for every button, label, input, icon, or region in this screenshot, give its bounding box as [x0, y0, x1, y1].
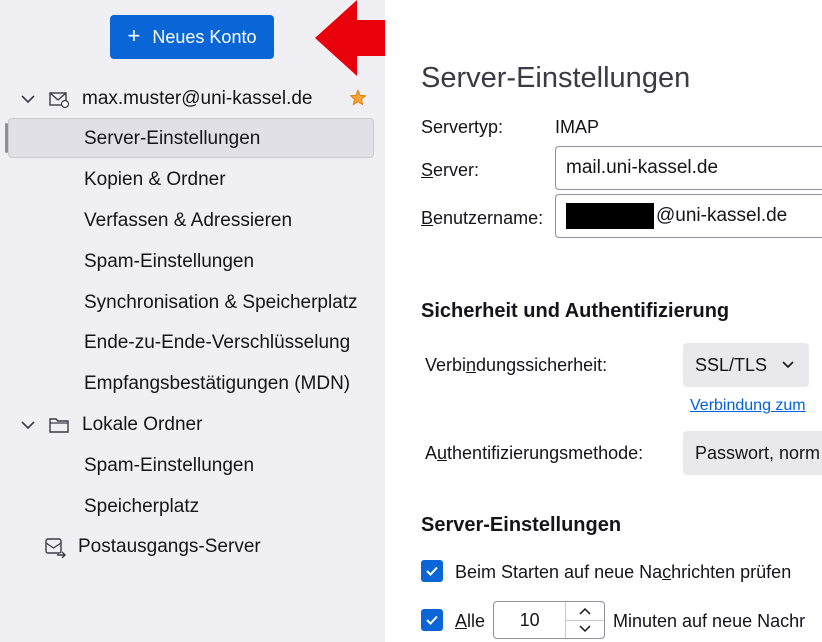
- outgoing-server-icon: [45, 538, 66, 558]
- check-on-start-label: Beim Starten auf neue Nachrichten prüfen: [455, 562, 792, 582]
- chevron-down-icon: [782, 361, 794, 369]
- servertype-value: IMAP: [555, 117, 600, 137]
- sidebar-item-label: Speicherplatz: [84, 496, 200, 517]
- sidebar-item-server-settings[interactable]: Server-Einstellungen: [84, 121, 260, 157]
- outgoing-server-row[interactable]: Postausgangs-Server: [44, 529, 261, 565]
- chevron-down-icon: [579, 625, 591, 633]
- checkmark-icon: [426, 566, 438, 576]
- redacted-username: [566, 203, 654, 229]
- server-settings-heading: Server-Einstellungen: [421, 514, 622, 536]
- local-folders-row[interactable]: Lokale Ordner: [20, 407, 202, 443]
- checkmark-icon: [426, 615, 438, 625]
- auth-method-value: Passwort, norm: [695, 442, 821, 463]
- sidebar-item-copies-folders[interactable]: Kopien & Ordner: [84, 162, 226, 198]
- account-sidebar: + Neues Konto max.muster@uni-kassel.de S…: [0, 0, 385, 642]
- connection-security-label: Verbindungssicherheit:: [425, 355, 608, 375]
- sidebar-item-label: Kopien & Ordner: [84, 169, 226, 190]
- check-every-checkbox[interactable]: [421, 609, 443, 631]
- chevron-down-icon[interactable]: [20, 91, 36, 107]
- plus-icon: +: [127, 23, 141, 48]
- page-title: Server-Einstellungen: [421, 62, 691, 94]
- check-every-label: Alle: [455, 611, 486, 631]
- check-every-suffix: Minuten auf neue Nachr: [613, 611, 806, 631]
- new-account-label: Neues Konto: [152, 26, 257, 47]
- server-value: mail.uni-kassel.de: [566, 157, 719, 178]
- server-settings-panel: Server-Einstellungen Servertyp: IMAP Ser…: [385, 0, 822, 642]
- auth-method-select[interactable]: Passwort, norm: [683, 431, 822, 475]
- sidebar-item-label: Server-Einstellungen: [84, 128, 261, 149]
- folder-icon: [49, 418, 69, 433]
- sidebar-item-label: Spam-Einstellungen: [84, 251, 255, 272]
- connection-security-select[interactable]: SSL/TLS: [683, 343, 809, 387]
- mail-account-icon: [49, 92, 70, 109]
- check-interval-value[interactable]: 10: [494, 610, 565, 631]
- sidebar-item-sync-storage[interactable]: Synchronisation & Speicherplatz: [84, 285, 358, 321]
- sidebar-item-label: Empfangsbestätigungen (MDN): [84, 373, 351, 394]
- account-name: max.muster@uni-kassel.de: [82, 88, 313, 109]
- check-on-start-checkbox[interactable]: [421, 560, 443, 582]
- username-input[interactable]: @uni-kassel.de: [555, 194, 822, 238]
- sidebar-item-label: Verfassen & Adressieren: [84, 210, 293, 231]
- default-account-star-icon: [349, 89, 367, 106]
- sidebar-item-local-storage[interactable]: Speicherplatz: [84, 489, 199, 525]
- new-account-button[interactable]: + Neues Konto: [110, 15, 274, 59]
- sidebar-item-receipts[interactable]: Empfangsbestätigungen (MDN): [84, 366, 350, 402]
- servertype-label: Servertyp:: [421, 117, 504, 137]
- sidebar-item-label: Ende-zu-Ende-Verschlüsselung: [84, 332, 351, 353]
- outgoing-server-label: Postausgangs-Server: [78, 536, 261, 557]
- sidebar-item-label: Synchronisation & Speicherplatz: [84, 292, 358, 313]
- sidebar-item-spam[interactable]: Spam-Einstellungen: [84, 244, 254, 280]
- connection-security-value: SSL/TLS: [695, 354, 768, 375]
- connection-link[interactable]: Verbindung zum: [690, 397, 806, 415]
- server-input[interactable]: mail.uni-kassel.de: [555, 146, 822, 190]
- security-heading: Sicherheit und Authentifizierung: [421, 300, 730, 322]
- sidebar-item-label: Spam-Einstellungen: [84, 455, 255, 476]
- auth-method-label: Authentifizierungsmethode:: [425, 443, 644, 463]
- increment-button[interactable]: [566, 602, 604, 620]
- account-row[interactable]: max.muster@uni-kassel.de: [20, 81, 312, 117]
- sidebar-item-composition[interactable]: Verfassen & Adressieren: [84, 203, 292, 239]
- local-folders-label: Lokale Ordner: [82, 414, 203, 435]
- username-label: Benutzername:: [421, 208, 544, 228]
- sidebar-item-e2e-encryption[interactable]: Ende-zu-Ende-Verschlüsselung: [84, 325, 350, 361]
- server-label: Server:: [421, 160, 480, 180]
- check-interval-stepper[interactable]: 10: [493, 601, 605, 639]
- chevron-down-icon[interactable]: [20, 417, 36, 433]
- sidebar-item-local-spam[interactable]: Spam-Einstellungen: [84, 448, 254, 484]
- username-suffix: @uni-kassel.de: [656, 205, 788, 226]
- decrement-button[interactable]: [566, 619, 604, 639]
- chevron-up-icon: [579, 607, 591, 615]
